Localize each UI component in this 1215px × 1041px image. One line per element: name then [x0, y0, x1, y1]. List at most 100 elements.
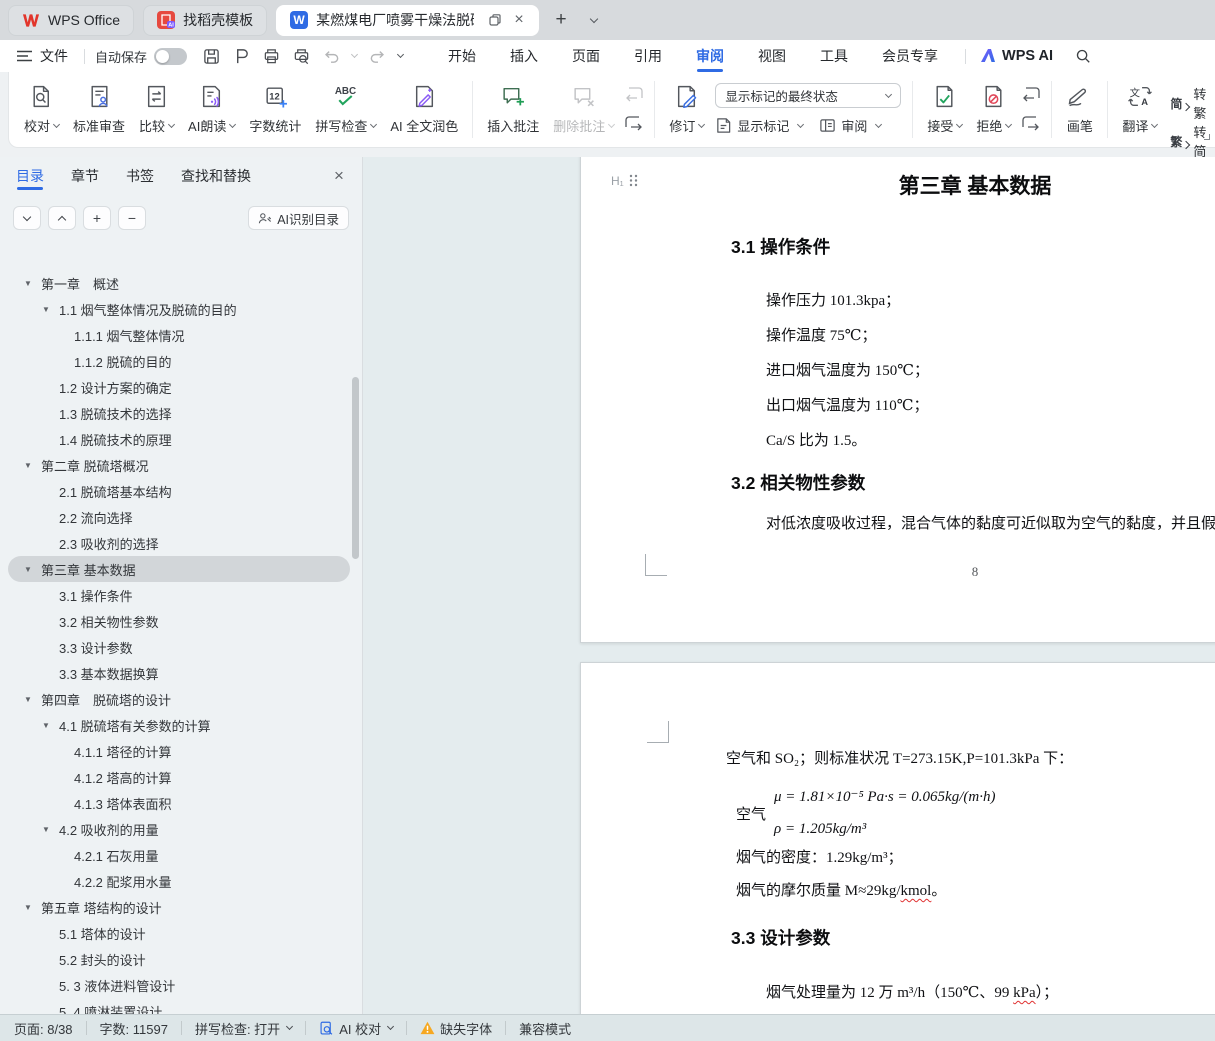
- tab-docer-templates[interactable]: AI 找稻壳模板: [143, 4, 268, 36]
- track-changes-button[interactable]: 修订: [662, 76, 711, 143]
- toc-item[interactable]: ▼ 3.2 相关物性参数: [8, 608, 350, 634]
- word-count-indicator[interactable]: 字数: 11597: [100, 1019, 168, 1038]
- menu-tab[interactable]: 工具: [803, 40, 865, 72]
- collapse-caret-icon[interactable]: ▼: [24, 565, 34, 574]
- sidebar-tab[interactable]: 目录: [16, 157, 44, 195]
- file-menu[interactable]: 文件: [40, 46, 68, 66]
- expand-all-button[interactable]: [48, 206, 76, 230]
- collapse-caret-icon[interactable]: ▼: [42, 721, 52, 730]
- proofread-button[interactable]: 校对: [17, 76, 66, 143]
- toc-item[interactable]: ▼ 2.2 流向选择: [8, 504, 350, 530]
- document-page-9[interactable]: 空气和 SO₂；则标准状况 T=273.15K,P=101.3kPa 下： 空气…: [580, 662, 1215, 1014]
- tab-close-icon[interactable]: ×: [508, 9, 530, 31]
- menu-tab[interactable]: 开始: [431, 40, 493, 72]
- toc-item[interactable]: ▼ 5. 4 喷淋装置设计: [8, 998, 350, 1015]
- redo-icon[interactable]: [365, 44, 389, 68]
- toc-item[interactable]: ▼ 第四章 脱硫塔的设计: [8, 686, 350, 712]
- document-page-8[interactable]: H₁ 第三章 基本数据 3.1 操作条件 操作压力 101.3kpa； 操作温度…: [580, 157, 1215, 643]
- tab-document-active[interactable]: W 某燃煤电厂喷雾干燥法脱硫系 ×: [276, 4, 540, 36]
- search-icon[interactable]: [1071, 44, 1095, 68]
- toc-item[interactable]: ▼ 1.2 设计方案的确定: [8, 374, 350, 400]
- toc-item[interactable]: ▼ 4.1.3 塔体表面积: [8, 790, 350, 816]
- undo-dropdown-icon[interactable]: [349, 50, 359, 59]
- toc-item[interactable]: ▼ 5. 3 液体进料管设计: [8, 972, 350, 998]
- group-expand-icon[interactable]: [1204, 134, 1211, 140]
- autosave-toggle[interactable]: [154, 47, 188, 65]
- compatibility-mode-badge[interactable]: 兼容模式: [519, 1019, 571, 1038]
- sidebar-tab[interactable]: 书签: [126, 157, 154, 195]
- menu-tab[interactable]: 会员专享: [865, 40, 955, 72]
- toc-item[interactable]: ▼ 5.2 封头的设计: [8, 946, 350, 972]
- insert-comment-button[interactable]: 插入批注: [480, 76, 546, 143]
- toc-item[interactable]: ▼ 4.2 吸收剂的用量: [8, 816, 350, 842]
- spell-check-button[interactable]: ABC 拼写检查: [308, 76, 383, 143]
- print-icon[interactable]: [259, 44, 283, 68]
- toc-item[interactable]: ▼ 第一章 概述: [8, 270, 350, 296]
- expand-level-button[interactable]: +: [83, 206, 111, 230]
- tab-list-dropdown-icon[interactable]: [583, 9, 605, 31]
- next-change-icon[interactable]: [1020, 114, 1042, 132]
- collapse-caret-icon[interactable]: ▼: [24, 461, 34, 470]
- save-icon[interactable]: [199, 44, 223, 68]
- menu-tab[interactable]: 引用: [617, 40, 679, 72]
- toc-item[interactable]: ▼ 1.4 脱硫技术的原理: [8, 426, 350, 452]
- ink-brush-button[interactable]: 画笔: [1059, 76, 1100, 143]
- tab-restore-icon[interactable]: [484, 9, 506, 31]
- ai-proofread-status[interactable]: AI 校对: [319, 1019, 395, 1038]
- undo-icon[interactable]: [319, 44, 343, 68]
- delete-comment-button[interactable]: 删除批注: [546, 76, 621, 143]
- next-comment-icon[interactable]: [623, 114, 645, 132]
- ai-polish-button[interactable]: AI 全文润色: [383, 76, 465, 143]
- toc-item[interactable]: ▼ 3.1 操作条件: [8, 582, 350, 608]
- translate-button[interactable]: 文A 翻译: [1115, 76, 1164, 143]
- compare-button[interactable]: 比较: [132, 76, 181, 143]
- print-preview-icon[interactable]: [289, 44, 313, 68]
- toc-item[interactable]: ▼ 5.1 塔体的设计: [8, 920, 350, 946]
- accept-change-button[interactable]: 接受: [920, 76, 969, 143]
- toc-item[interactable]: ▼ 4.2.1 石灰用量: [8, 842, 350, 868]
- markup-state-select[interactable]: 显示标记的最终状态: [715, 83, 902, 108]
- to-simplified-button[interactable]: 繁 转简: [1170, 122, 1206, 157]
- show-markup-button[interactable]: 显示标记: [715, 116, 805, 135]
- toc-item[interactable]: ▼ 第二章 脱硫塔概况: [8, 452, 350, 478]
- toc-item[interactable]: ▼ 1.1 烟气整体情况及脱硫的目的: [8, 296, 350, 322]
- toc-item[interactable]: ▼ 3.3 设计参数: [8, 634, 350, 660]
- wps-ai-button[interactable]: WPS AI: [980, 48, 1053, 64]
- toc-item[interactable]: ▼ 4.1.1 塔径的计算: [8, 738, 350, 764]
- previous-change-icon[interactable]: [1020, 85, 1042, 103]
- toc-item[interactable]: ▼ 4.2.2 配浆用水量: [8, 868, 350, 894]
- sidebar-tab[interactable]: 章节: [71, 157, 99, 195]
- toc-item[interactable]: ▼ 1.3 脱硫技术的选择: [8, 400, 350, 426]
- toc-item[interactable]: ▼ 4.1.2 塔高的计算: [8, 764, 350, 790]
- collapse-caret-icon[interactable]: ▼: [42, 825, 52, 834]
- to-traditional-button[interactable]: 简 转繁: [1170, 84, 1206, 122]
- spell-check-status[interactable]: 拼写检查: 打开: [195, 1019, 294, 1038]
- toc-item[interactable]: ▼ 4.1 脱硫塔有关参数的计算: [8, 712, 350, 738]
- toc-item[interactable]: ▼ 2.3 吸收剂的选择: [8, 530, 350, 556]
- document-canvas[interactable]: H₁ 第三章 基本数据 3.1 操作条件 操作压力 101.3kpa； 操作温度…: [363, 157, 1215, 1014]
- previous-comment-icon[interactable]: [623, 85, 645, 103]
- review-pane-button[interactable]: 审阅: [819, 116, 883, 135]
- collapse-level-button[interactable]: −: [118, 206, 146, 230]
- toc-item[interactable]: ▼ 2.1 脱硫塔基本结构: [8, 478, 350, 504]
- sidebar-close-icon[interactable]: ×: [328, 165, 350, 187]
- menu-tab[interactable]: 插入: [493, 40, 555, 72]
- toc-item[interactable]: ▼ 3.3 基本数据换算: [8, 660, 350, 686]
- collapse-caret-icon[interactable]: ▼: [42, 305, 52, 314]
- export-pdf-icon[interactable]: [229, 44, 253, 68]
- collapse-caret-icon[interactable]: ▼: [24, 279, 34, 288]
- collapse-caret-icon[interactable]: ▼: [24, 695, 34, 704]
- ai-recognize-toc-button[interactable]: AI识别目录: [248, 206, 349, 230]
- ai-read-aloud-button[interactable]: AI朗读: [181, 76, 242, 143]
- collapse-caret-icon[interactable]: ▼: [24, 903, 34, 912]
- new-tab-button[interactable]: +: [548, 7, 574, 33]
- toc-item[interactable]: ▼ 1.1.2 脱硫的目的: [8, 348, 350, 374]
- collapse-all-button[interactable]: [13, 206, 41, 230]
- menu-tab[interactable]: 页面: [555, 40, 617, 72]
- sidebar-tab[interactable]: 查找和替换: [181, 157, 251, 195]
- word-count-button[interactable]: 12 字数统计: [242, 76, 308, 143]
- menu-tab[interactable]: 视图: [741, 40, 803, 72]
- standard-review-button[interactable]: 标准审查: [66, 76, 132, 143]
- missing-font-warning[interactable]: 缺失字体: [420, 1019, 492, 1038]
- toc-item[interactable]: ▼ 第三章 基本数据: [8, 556, 350, 582]
